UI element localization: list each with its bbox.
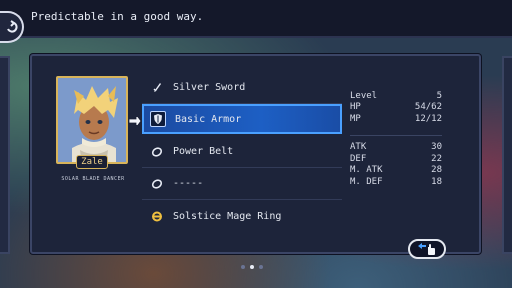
top-bar: Predictable in a good way. xyxy=(0,0,512,38)
stat-atk: ATK 30 xyxy=(350,142,442,154)
stat-label: DEF xyxy=(350,153,367,164)
equipment-list: Silver Sword Basic Armor Power Belt ----… xyxy=(142,72,342,232)
stat-matk: M. ATK 28 xyxy=(350,165,442,177)
stat-def: DEF 22 xyxy=(350,153,442,165)
equipment-slot-accessory-1[interactable]: Power Belt xyxy=(142,136,342,168)
page-indicator xyxy=(241,265,263,269)
hand-pointer-icon xyxy=(128,116,142,126)
armor-icon xyxy=(150,111,166,127)
stats-divider xyxy=(350,128,442,136)
stat-label: Level xyxy=(350,90,378,101)
swap-hand-icon xyxy=(418,243,435,255)
stat-mp: MP 12/12 xyxy=(350,113,442,125)
equipment-slot-label: Solstice Mage Ring xyxy=(173,210,282,222)
stat-value: 12/12 xyxy=(414,113,442,124)
page-dot[interactable] xyxy=(259,265,263,269)
belt-icon xyxy=(151,146,163,158)
stat-value: 22 xyxy=(431,153,442,164)
stat-value: 30 xyxy=(431,142,442,153)
stat-label: M. DEF xyxy=(350,176,383,187)
equipment-slot-armor[interactable]: Basic Armor xyxy=(142,104,342,134)
equipment-slot-label: ----- xyxy=(173,178,204,189)
equipment-slot-label: Power Belt xyxy=(173,146,234,157)
stat-hp: HP 54/62 xyxy=(350,102,442,114)
character-name: Zale xyxy=(76,155,108,169)
stat-label: M. ATK xyxy=(350,165,383,176)
equipment-slot-label: Silver Sword xyxy=(173,82,246,93)
stat-label: HP xyxy=(350,102,361,113)
ring-icon xyxy=(151,210,163,222)
stat-mdef: M. DEF 18 xyxy=(350,176,442,188)
stats-panel: Level 5 HP 54/62 MP 12/12 ATK 30 DEF 22 M. AT… xyxy=(350,90,442,188)
page-dot-active[interactable] xyxy=(250,265,254,269)
page-dot[interactable] xyxy=(241,265,245,269)
back-arrow-icon xyxy=(7,20,18,33)
equipment-slot-weapon[interactable]: Silver Sword xyxy=(142,72,342,104)
equipment-slot-accessory-2[interactable]: ----- xyxy=(142,168,342,200)
stat-label: ATK xyxy=(350,142,367,153)
equipment-slot-label: Basic Armor xyxy=(175,113,242,125)
character-class-title: SOLAR BLADE DANCER xyxy=(61,176,125,182)
stat-value: 28 xyxy=(431,165,442,176)
swap-equipment-button[interactable] xyxy=(408,239,446,259)
character-portrait xyxy=(56,76,128,164)
equipment-slot-ring[interactable]: Solstice Mage Ring xyxy=(142,200,342,232)
next-character-panel[interactable] xyxy=(502,56,512,254)
stat-value: 18 xyxy=(431,176,442,187)
previous-character-panel[interactable] xyxy=(0,56,10,254)
hint-text: Predictable in a good way. xyxy=(31,10,204,23)
equipment-panel: Zale SOLAR BLADE DANCER Silver Sword Bas… xyxy=(30,54,481,254)
stat-value: 5 xyxy=(436,90,442,101)
stat-label: MP xyxy=(350,113,361,124)
empty-accessory-icon xyxy=(151,178,163,190)
stat-level: Level 5 xyxy=(350,90,442,102)
stat-value: 54/62 xyxy=(414,102,442,113)
sword-icon xyxy=(151,82,163,94)
